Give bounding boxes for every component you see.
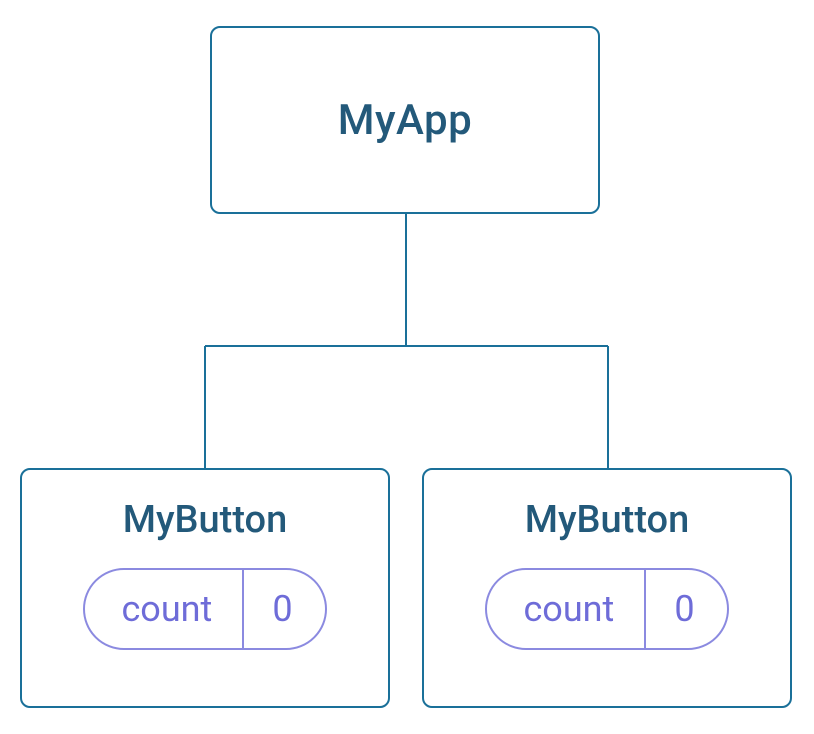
child-node-mybutton-left: MyButton count 0 [20, 468, 390, 708]
state-pill: count 0 [485, 568, 728, 650]
child-node-mybutton-right: MyButton count 0 [422, 468, 792, 708]
state-pill: count 0 [83, 568, 326, 650]
state-value: 0 [244, 570, 324, 648]
root-node-label: MyApp [338, 96, 473, 145]
state-value: 0 [646, 570, 726, 648]
child-node-label: MyButton [525, 498, 690, 542]
child-node-label: MyButton [123, 498, 288, 542]
state-name: count [487, 570, 644, 648]
root-node-myapp: MyApp [210, 26, 600, 214]
component-tree-diagram: MyApp MyButton count 0 MyButton count 0 [0, 0, 814, 734]
state-name: count [85, 570, 242, 648]
